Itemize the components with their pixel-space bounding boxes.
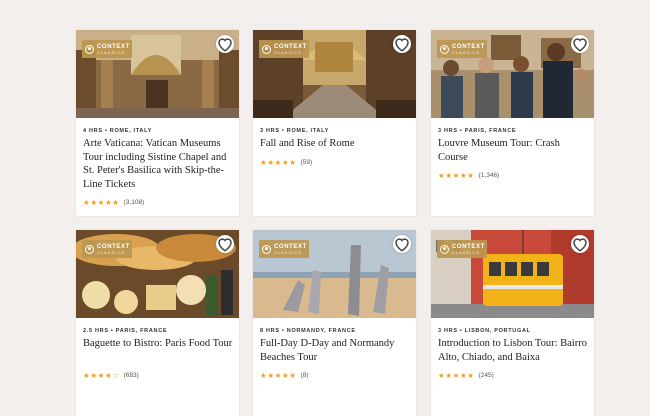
favorite-button[interactable] (571, 235, 589, 253)
tour-photo: CONTEXT CLASSICS (431, 230, 594, 318)
context-classics-badge: CONTEXT CLASSICS (82, 240, 132, 258)
context-classics-badge: CONTEXT CLASSICS (437, 40, 487, 58)
tour-title[interactable]: Introduction to Lisbon Tour: Bairro Alto… (438, 337, 590, 364)
context-classics-badge: CONTEXT CLASSICS (259, 240, 309, 258)
tour-title[interactable]: Louvre Museum Tour: Crash Course (438, 137, 590, 164)
tour-title[interactable]: Full-Day D-Day and Normandy Beaches Tour (260, 337, 412, 364)
review-count: (59) (300, 159, 313, 166)
tour-meta: 8 HRS • NORMANDY, FRANCE (260, 328, 356, 334)
tour-photo: CONTEXT CLASSICS (431, 30, 594, 118)
tour-card[interactable]: CONTEXT CLASSICS 3 HRS • ROME, ITALY Fall… (253, 30, 416, 216)
tour-photo: CONTEXT CLASSICS (253, 230, 416, 318)
context-logo-icon (440, 244, 449, 254)
favorite-button[interactable] (393, 235, 411, 253)
heart-icon (573, 38, 587, 52)
tour-card[interactable]: CONTEXT CLASSICS 3 HRS • LISBON, PORTUGAL… (431, 230, 594, 416)
tour-grid: CONTEXT CLASSICS 4 HRS • ROME, ITALY Arte… (0, 0, 650, 416)
favorite-button[interactable] (393, 35, 411, 53)
context-logo-icon (440, 44, 449, 54)
tour-meta: 3 HRS • LISBON, PORTUGAL (438, 328, 531, 334)
heart-icon (573, 238, 587, 252)
review-count: (683) (123, 372, 139, 379)
tour-card[interactable]: CONTEXT CLASSICS 2.5 HRS • PARIS, FRANCE … (76, 230, 239, 416)
context-classics-badge: CONTEXT CLASSICS (82, 40, 132, 58)
tour-title[interactable]: Arte Vaticana: Vatican Museums Tour incl… (83, 137, 235, 191)
star-rating-icon: ★★★★★ (438, 371, 475, 380)
context-classics-badge: CONTEXT CLASSICS (437, 240, 487, 258)
review-count: (1,346) (478, 172, 500, 179)
tour-rating: ★★★★★ (1,346) (438, 171, 499, 180)
heart-icon (395, 238, 409, 252)
favorite-button[interactable] (216, 35, 234, 53)
tour-meta: 3 HRS • ROME, ITALY (260, 128, 330, 134)
tour-title[interactable]: Fall and Rise of Rome (260, 137, 412, 151)
review-count: (245) (478, 372, 494, 379)
tour-card[interactable]: CONTEXT CLASSICS 3 HRS • PARIS, FRANCE Lo… (431, 30, 594, 216)
context-logo-icon (262, 244, 271, 254)
context-classics-badge: CONTEXT CLASSICS (259, 40, 309, 58)
review-count: (8) (300, 372, 309, 379)
tour-photo: CONTEXT CLASSICS (76, 30, 239, 118)
star-rating-icon: ★★★★☆ (83, 371, 120, 380)
tour-rating: ★★★★★ (3,108) (83, 198, 144, 207)
tour-photo: CONTEXT CLASSICS (76, 230, 239, 318)
context-logo-icon (262, 44, 271, 54)
review-count: (3,108) (123, 199, 145, 206)
tour-card[interactable]: CONTEXT CLASSICS 4 HRS • ROME, ITALY Arte… (76, 30, 239, 216)
tour-rating: ★★★★★ (8) (260, 371, 309, 380)
tour-meta: 2.5 HRS • PARIS, FRANCE (83, 328, 168, 334)
favorite-button[interactable] (571, 35, 589, 53)
star-rating-icon: ★★★★★ (438, 171, 475, 180)
star-rating-icon: ★★★★★ (260, 158, 297, 167)
heart-icon (218, 238, 232, 252)
tour-meta: 4 HRS • ROME, ITALY (83, 128, 153, 134)
heart-icon (218, 38, 232, 52)
star-rating-icon: ★★★★★ (83, 198, 120, 207)
tour-card[interactable]: CONTEXT CLASSICS 8 HRS • NORMANDY, FRANCE… (253, 230, 416, 416)
tour-rating: ★★★★☆ (683) (83, 371, 139, 380)
context-logo-icon (85, 244, 94, 254)
star-rating-icon: ★★★★★ (260, 371, 297, 380)
tour-meta: 3 HRS • PARIS, FRANCE (438, 128, 517, 134)
tour-title[interactable]: Baguette to Bistro: Paris Food Tour (83, 337, 235, 351)
tour-rating: ★★★★★ (245) (438, 371, 494, 380)
tour-rating: ★★★★★ (59) (260, 158, 312, 167)
heart-icon (395, 38, 409, 52)
context-logo-icon (85, 44, 94, 54)
tour-photo: CONTEXT CLASSICS (253, 30, 416, 118)
favorite-button[interactable] (216, 235, 234, 253)
